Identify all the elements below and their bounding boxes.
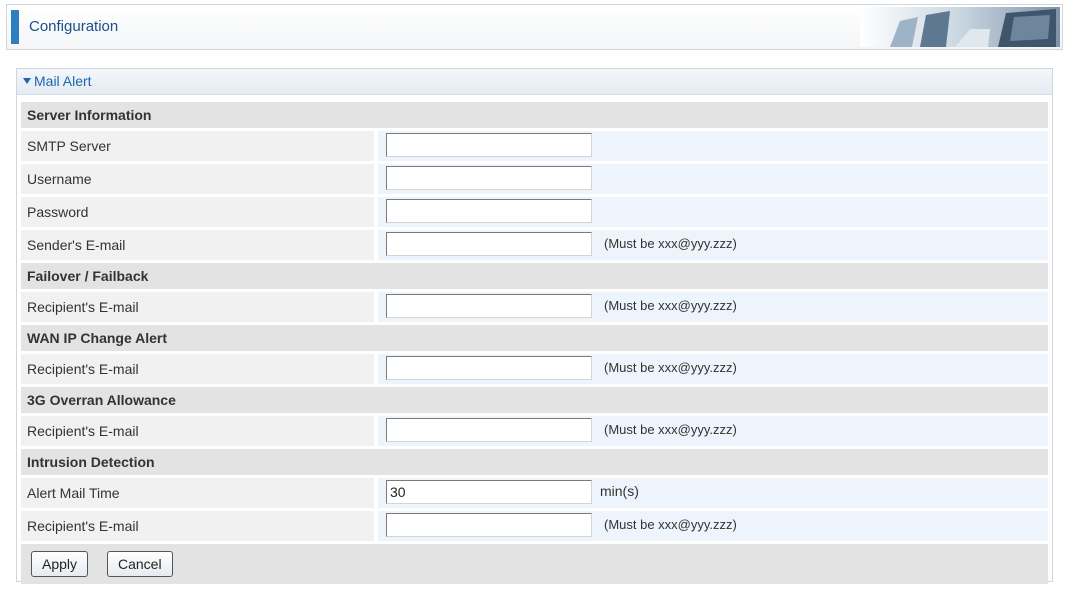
field-label: Recipient's E-mail [21,511,374,541]
form-row-username: Username [21,164,1048,194]
field-value-cell: (Must be xxx@yyy.zzz) [374,230,1048,260]
field-value-cell: (Must be xxx@yyy.zzz) [374,354,1048,384]
field-value-cell [374,131,1048,161]
cancel-button[interactable]: Cancel [107,551,173,577]
form-row-alert-mail-time: Alert Mail Time min(s) [21,478,1048,508]
field-hint: (Must be xxx@yyy.zzz) [604,517,737,532]
field-label: SMTP Server [21,131,374,161]
3g-recipient-email-input[interactable] [386,418,592,442]
field-label: Recipient's E-mail [21,354,374,384]
section-heading-3g-overran: 3G Overran Allowance [21,387,1048,413]
header-accent-bar [11,10,19,44]
field-unit: min(s) [600,483,639,499]
form-row-3g-recipient: Recipient's E-mail (Must be xxx@yyy.zzz) [21,416,1048,446]
field-label: Recipient's E-mail [21,292,374,322]
password-input[interactable] [386,199,592,223]
field-value-cell: min(s) [374,478,1048,508]
wan-ip-recipient-email-input[interactable] [386,356,592,380]
mail-alert-form: Server Information SMTP Server Username … [21,102,1048,584]
apply-button[interactable]: Apply [31,551,89,577]
panel-title: Mail Alert [34,73,92,89]
page-title: Configuration [29,18,119,35]
panel-header[interactable]: Mail Alert [17,69,1052,95]
section-heading-server-information: Server Information [21,102,1048,128]
field-value-cell: (Must be xxx@yyy.zzz) [374,511,1048,541]
sender-email-input[interactable] [386,232,592,256]
smtp-server-input[interactable] [386,133,592,157]
header-decorative-image [860,7,1060,47]
intrusion-recipient-email-input[interactable] [386,513,592,537]
field-label: Sender's E-mail [21,230,374,260]
field-value-cell [374,164,1048,194]
alert-mail-time-input[interactable] [386,480,592,504]
field-label: Recipient's E-mail [21,416,374,446]
form-row-password: Password [21,197,1048,227]
field-hint: (Must be xxx@yyy.zzz) [604,236,737,251]
field-label: Username [21,164,374,194]
section-heading-wan-ip-change: WAN IP Change Alert [21,325,1048,351]
field-hint: (Must be xxx@yyy.zzz) [604,422,737,437]
failover-recipient-email-input[interactable] [386,294,592,318]
mail-alert-panel: Mail Alert Server Information SMTP Serve… [16,68,1053,584]
form-row-failover-recipient: Recipient's E-mail (Must be xxx@yyy.zzz) [21,292,1048,322]
username-input[interactable] [386,166,592,190]
field-hint: (Must be xxx@yyy.zzz) [604,298,737,313]
button-bar: Apply Cancel [21,544,1048,584]
field-label: Password [21,197,374,227]
form-row-wan-ip-recipient: Recipient's E-mail (Must be xxx@yyy.zzz) [21,354,1048,384]
field-value-cell [374,197,1048,227]
field-value-cell: (Must be xxx@yyy.zzz) [374,416,1048,446]
field-label: Alert Mail Time [21,478,374,508]
form-row-smtp-server: SMTP Server [21,131,1048,161]
section-heading-intrusion-detection: Intrusion Detection [21,449,1048,475]
collapse-triangle-icon[interactable] [23,78,31,84]
page-header: Configuration [6,4,1063,50]
field-value-cell: (Must be xxx@yyy.zzz) [374,292,1048,322]
form-row-sender-email: Sender's E-mail (Must be xxx@yyy.zzz) [21,230,1048,260]
section-heading-failover: Failover / Failback [21,263,1048,289]
field-hint: (Must be xxx@yyy.zzz) [604,360,737,375]
form-row-intrusion-recipient: Recipient's E-mail (Must be xxx@yyy.zzz) [21,511,1048,541]
